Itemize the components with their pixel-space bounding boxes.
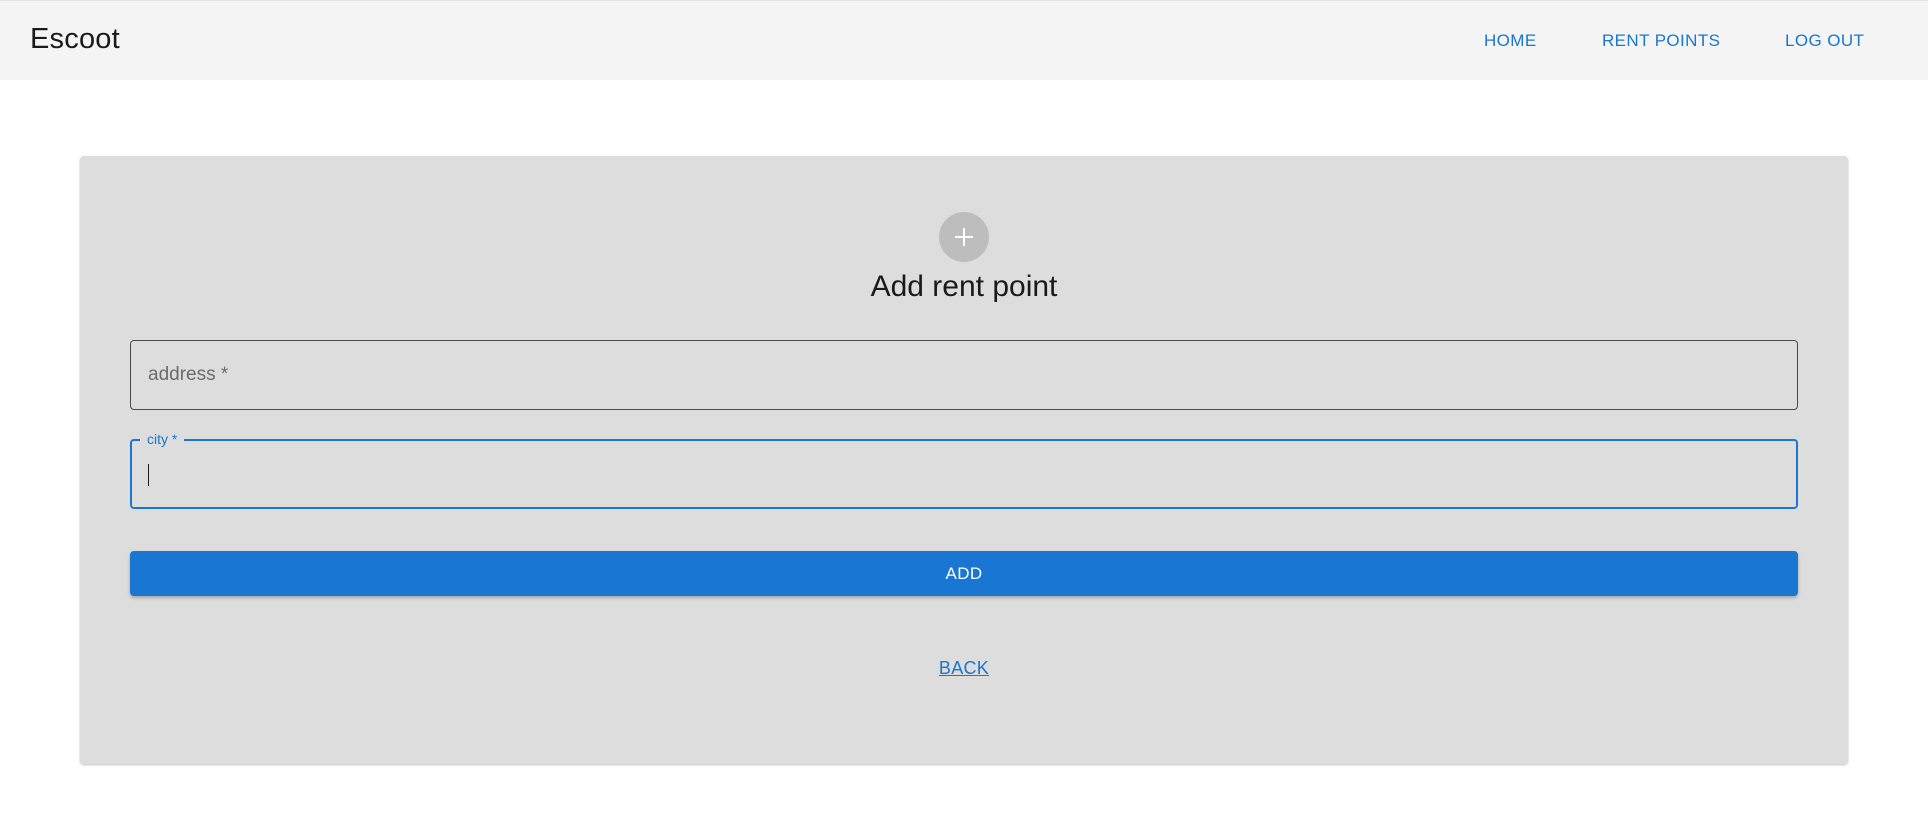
address-placeholder: address * — [148, 364, 229, 385]
back-link[interactable]: BACK — [939, 658, 989, 678]
form-avatar — [939, 212, 989, 262]
app-bar: Escoot HOME RENT POINTS LOG OUT — [0, 0, 1928, 80]
back-link-row: BACK — [80, 658, 1848, 679]
city-field[interactable]: city * — [130, 431, 1798, 509]
nav-home-link[interactable]: HOME — [1484, 31, 1537, 51]
address-field[interactable]: address * — [130, 340, 1798, 410]
nav-rent-points-link[interactable]: RENT POINTS — [1602, 31, 1720, 51]
brand-title: Escoot — [30, 23, 120, 55]
text-cursor — [148, 464, 149, 486]
add-button[interactable]: ADD — [130, 551, 1798, 596]
nav-log-out-link[interactable]: LOG OUT — [1785, 31, 1864, 51]
plus-icon — [955, 228, 973, 246]
add-rent-point-card: Add rent point address * city * ADD BACK — [80, 156, 1848, 764]
form-title: Add rent point — [870, 270, 1058, 303]
city-label: city * — [140, 431, 185, 447]
